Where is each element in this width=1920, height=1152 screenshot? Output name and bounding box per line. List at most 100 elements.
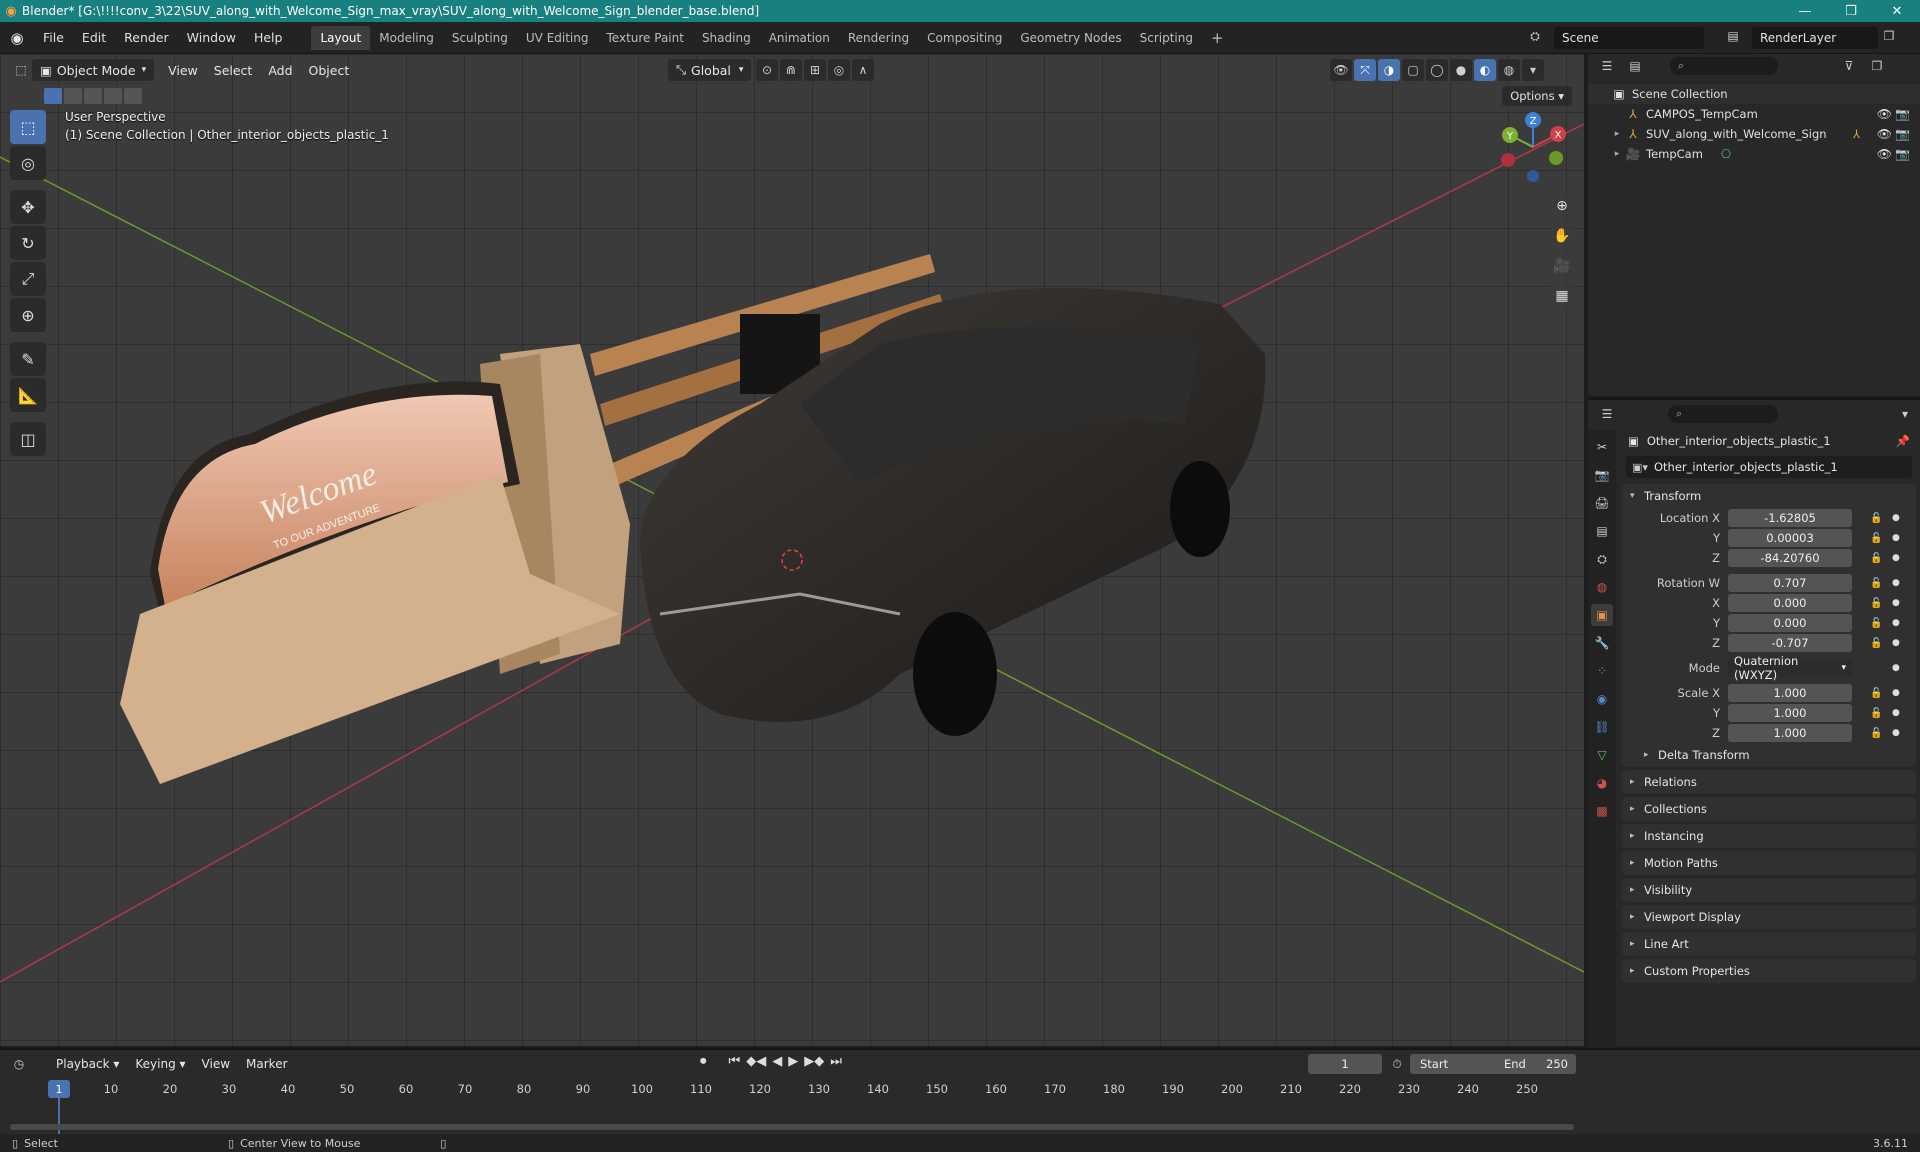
playhead-frame-label[interactable]: 1 — [48, 1080, 70, 1098]
tab-scripting[interactable]: Scripting — [1131, 26, 1202, 50]
select-intersect-icon[interactable] — [124, 88, 142, 104]
maximize-button[interactable]: ❐ — [1828, 0, 1874, 22]
tab-rendering[interactable]: Rendering — [839, 26, 918, 50]
menu-window[interactable]: Window — [178, 30, 245, 45]
new-collection-icon[interactable]: ❐ — [1866, 55, 1888, 77]
eye-icon[interactable]: 👁 — [1877, 107, 1892, 121]
lock-icon[interactable]: 🔓 — [1870, 578, 1882, 589]
tab-animation[interactable]: Animation — [760, 26, 839, 50]
properties-editor-icon[interactable]: ☰ — [1596, 403, 1618, 425]
add-workspace-button[interactable]: + — [1202, 24, 1233, 52]
rendered-shading-icon[interactable]: ◍ — [1498, 59, 1520, 81]
outliner-search-input[interactable]: ⌕ — [1670, 57, 1778, 75]
lock-icon[interactable]: 🔓 — [1870, 708, 1882, 719]
scene-selector-icon[interactable]: ⛭ — [1526, 29, 1544, 47]
falloff-icon[interactable]: ∧ — [852, 59, 874, 81]
panel-instancing[interactable]: ▸ Instancing — [1622, 824, 1916, 848]
keyframe-dot-icon[interactable]: ● — [1892, 728, 1900, 738]
lock-icon[interactable]: 🔓 — [1870, 513, 1882, 524]
expand-arrow[interactable]: ▸ — [1610, 129, 1624, 139]
material-shading-icon[interactable]: ◐ — [1474, 59, 1496, 81]
clock-icon[interactable]: ⏱ — [1386, 1053, 1408, 1075]
panel-line-art[interactable]: ▸ Line Art — [1622, 932, 1916, 956]
world-tab-icon[interactable]: ◍ — [1591, 576, 1613, 598]
delta-transform-subpanel[interactable]: ▸ Delta Transform — [1622, 743, 1916, 767]
display-mode-icon[interactable]: ▤ — [1624, 55, 1646, 77]
transform-panel-header[interactable]: ▾ Transform — [1622, 484, 1916, 508]
expand-arrow[interactable]: ▸ — [1610, 149, 1624, 159]
editor-type-icon[interactable]: ⬚ — [10, 59, 32, 81]
menu-marker[interactable]: Marker — [238, 1053, 295, 1075]
next-keyframe-icon[interactable]: ▶◆ — [804, 1054, 824, 1069]
tab-shading[interactable]: Shading — [693, 26, 760, 50]
measure-tool-icon[interactable]: 📐 — [10, 378, 46, 412]
keyframe-dot-icon[interactable]: ● — [1892, 598, 1900, 608]
move-tool-icon[interactable]: ✥ — [10, 190, 46, 224]
pan-hand-icon[interactable]: ✋ — [1548, 222, 1576, 250]
orientation-dropdown[interactable]: ⤡ Global ▾ — [668, 59, 752, 81]
tab-compositing[interactable]: Compositing — [918, 26, 1011, 50]
keyframe-dot-icon[interactable]: ● — [1892, 618, 1900, 628]
mode-dropdown[interactable]: ▣ Object Mode ▾ — [32, 59, 155, 81]
modifier-tab-icon[interactable]: 🔧 — [1591, 632, 1613, 654]
panel-collections[interactable]: ▸ Collections — [1622, 797, 1916, 821]
xray-icon[interactable]: ▢ — [1402, 59, 1424, 81]
shading-options-icon[interactable]: ▾ — [1522, 59, 1544, 81]
output-tab-icon[interactable]: 🖨 — [1591, 492, 1613, 514]
scale-tool-icon[interactable]: ⤢ — [10, 262, 46, 296]
record-icon[interactable]: ⏺ — [700, 1054, 707, 1069]
panel-visibility[interactable]: ▸ Visibility — [1622, 878, 1916, 902]
transform-tool-icon[interactable]: ⊕ — [10, 298, 46, 332]
keyframe-dot-icon[interactable]: ● — [1892, 578, 1900, 588]
menu-view[interactable]: View — [194, 1053, 238, 1075]
menu-object[interactable]: Object — [301, 59, 358, 81]
tab-uv-editing[interactable]: UV Editing — [517, 26, 598, 50]
cursor-tool-icon[interactable]: ◎ — [10, 146, 46, 180]
play-reverse-icon[interactable]: ◀ — [772, 1054, 782, 1069]
prev-keyframe-icon[interactable]: ◆◀ — [746, 1054, 766, 1069]
outliner-row-suv[interactable]: ▸ ⅄ SUV_along_with_Welcome_Sign ⅄ 👁 📷 — [1588, 124, 1920, 144]
tab-geometry-nodes[interactable]: Geometry Nodes — [1011, 26, 1130, 50]
add-cube-tool-icon[interactable]: ◫ — [10, 422, 46, 456]
menu-edit[interactable]: Edit — [73, 30, 115, 45]
annotate-tool-icon[interactable]: ✎ — [10, 342, 46, 376]
outliner-row-scene-collection[interactable]: ▣ Scene Collection — [1588, 84, 1920, 104]
select-extend-icon[interactable] — [64, 88, 82, 104]
zoom-icon[interactable]: ⊕ — [1548, 192, 1576, 220]
rotation-z-field[interactable]: -0.707 — [1728, 634, 1852, 652]
scene-field[interactable]: Scene — [1554, 27, 1704, 49]
menu-help[interactable]: Help — [245, 30, 292, 45]
visibility-icon[interactable]: 👁 — [1330, 59, 1352, 81]
keyframe-dot-icon[interactable]: ● — [1892, 513, 1900, 523]
tab-sculpting[interactable]: Sculpting — [443, 26, 517, 50]
timeline-scrollbar[interactable] — [10, 1124, 1574, 1130]
keyframe-dot-icon[interactable]: ● — [1892, 638, 1900, 648]
eye-icon[interactable]: 👁 — [1877, 147, 1892, 161]
scale-x-field[interactable]: 1.000 — [1728, 684, 1852, 702]
render-camera-icon[interactable]: 📷 — [1895, 147, 1910, 161]
blender-menu-icon[interactable]: ◉ — [0, 29, 34, 47]
tool-tab-icon[interactable]: ✂ — [1591, 436, 1613, 458]
select-subtract-icon[interactable] — [84, 88, 102, 104]
wireframe-shading-icon[interactable]: ◯ — [1426, 59, 1448, 81]
object-tab-icon[interactable]: ▣ — [1591, 604, 1613, 626]
location-z-field[interactable]: -84.20760 — [1728, 549, 1852, 567]
end-frame-field[interactable]: End 250 — [1496, 1054, 1576, 1074]
keyframe-dot-icon[interactable]: ● — [1892, 663, 1900, 673]
menu-keying[interactable]: Keying ▾ — [127, 1053, 193, 1075]
tab-texture-paint[interactable]: Texture Paint — [598, 26, 693, 50]
view-layer-tab-icon[interactable]: ▤ — [1591, 520, 1613, 542]
tab-layout[interactable]: Layout — [311, 25, 371, 50]
keyframe-dot-icon[interactable]: ● — [1892, 553, 1900, 563]
panel-viewport-display[interactable]: ▸ Viewport Display — [1622, 905, 1916, 929]
rotation-mode-dropdown[interactable]: Quaternion (WXYZ) ▾ — [1728, 654, 1852, 682]
lock-icon[interactable]: 🔓 — [1870, 728, 1882, 739]
frame-ruler[interactable]: 10 20 30 40 50 60 70 80 90 100 110 120 130 140 150 160 1… — [0, 1080, 1584, 1100]
constraints-tab-icon[interactable]: ⛓ — [1591, 716, 1613, 738]
lock-icon[interactable]: 🔓 — [1870, 533, 1882, 544]
3d-viewport[interactable]: Welcome TO OUR ADVENTURE ⬚ ▣ Object Mode… — [0, 54, 1584, 1046]
data-tab-icon[interactable]: ▽ — [1591, 744, 1613, 766]
outliner-row-tempcam[interactable]: ▸ 🎥 TempCam ⎔ 👁 📷 — [1588, 144, 1920, 164]
close-button[interactable]: ✕ — [1874, 0, 1920, 22]
panel-motion-paths[interactable]: ▸ Motion Paths — [1622, 851, 1916, 875]
